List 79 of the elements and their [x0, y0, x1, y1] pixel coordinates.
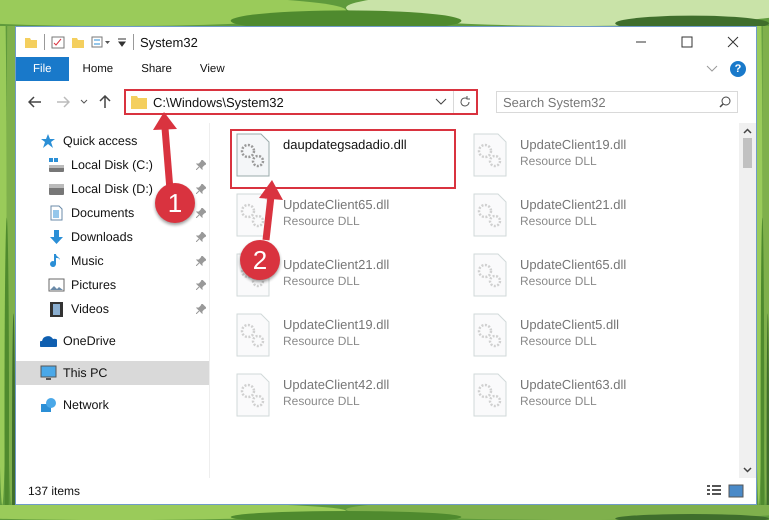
search-field[interactable]: Search System32 — [496, 91, 738, 113]
details-view-icon[interactable] — [706, 484, 722, 498]
file-type: Resource DLL — [283, 214, 361, 228]
up-arrow-icon — [99, 95, 111, 109]
recent-locations-caret-icon[interactable] — [80, 99, 88, 105]
minimize-icon — [635, 41, 647, 43]
folder-icon — [130, 94, 148, 110]
pin-icon[interactable] — [196, 304, 206, 314]
file-type: Resource DLL — [520, 154, 598, 168]
sidebar-item[interactable]: Network — [16, 393, 109, 417]
sidebar-item[interactable]: Videos — [16, 297, 109, 321]
file-name[interactable]: UpdateClient19.dll — [520, 137, 626, 152]
properties-icon[interactable] — [51, 35, 65, 49]
sidebar-item[interactable]: Pictures — [16, 273, 116, 297]
pin-icon[interactable] — [196, 256, 206, 266]
maximize-icon — [681, 36, 693, 48]
file-name[interactable]: UpdateClient42.dll — [283, 377, 390, 392]
sidebar-item[interactable]: Music — [16, 249, 104, 273]
back-arrow-icon — [28, 96, 42, 108]
sidebar-item[interactable]: OneDrive — [16, 329, 116, 353]
file-name[interactable]: UpdateClient63.dll — [520, 377, 626, 392]
file-name[interactable]: UpdateClient21.dll — [283, 257, 390, 272]
file-type: Resource DLL — [283, 274, 361, 288]
view-options-icon[interactable] — [91, 35, 111, 49]
ribbon-tab[interactable]: View — [186, 57, 239, 81]
pin-icon[interactable] — [196, 208, 206, 218]
dll-file-icon[interactable] — [236, 133, 270, 177]
pin-icon[interactable] — [196, 280, 206, 290]
nav-pictures-icon — [48, 277, 65, 293]
ribbon-tab[interactable]: Home — [68, 57, 128, 81]
scrollbar[interactable] — [739, 123, 756, 478]
close-icon — [727, 36, 739, 48]
address-bar[interactable]: C:\Windows\System32 — [124, 89, 478, 115]
pin-icon[interactable] — [196, 160, 206, 170]
scroll-up-icon[interactable] — [743, 127, 752, 136]
help-button[interactable]: ? — [730, 61, 746, 77]
sidebar-item[interactable]: Documents — [16, 201, 134, 225]
file-name[interactable]: UpdateClient65.dll — [520, 257, 626, 272]
file-name[interactable]: UpdateClient5.dll — [520, 317, 620, 332]
large-icons-view-icon[interactable] — [728, 484, 744, 498]
nav-star-icon — [40, 133, 57, 149]
nav-drive-icon — [48, 181, 65, 197]
sidebar-item[interactable]: This PC — [16, 361, 209, 385]
file-type: Resource DLL — [520, 394, 598, 408]
file-name[interactable]: UpdateClient21.dll — [520, 197, 626, 212]
nav-cloud-icon — [40, 333, 57, 349]
item-count: 137 items — [28, 484, 80, 498]
window-title: System32 — [140, 34, 198, 50]
file-name[interactable]: UpdateClient65.dll — [283, 197, 390, 212]
file-type: Resource DLL — [520, 274, 598, 288]
expand-ribbon-icon[interactable] — [706, 65, 718, 73]
refresh-icon[interactable] — [459, 96, 471, 108]
dropdown-caret-icon[interactable] — [435, 98, 447, 106]
file-name[interactable]: UpdateClient19.dll — [283, 317, 390, 332]
new-folder-icon[interactable] — [71, 35, 85, 49]
file-menu-button[interactable]: File — [16, 57, 69, 81]
nav-videos-icon — [48, 301, 65, 317]
sidebar-item[interactable]: Downloads — [16, 225, 133, 249]
nav-network-icon — [40, 397, 57, 413]
nav-system-drive-icon — [48, 157, 65, 173]
scrollbar-thumb[interactable] — [743, 138, 752, 168]
file-type: Resource DLL — [520, 334, 598, 348]
forward-arrow-icon — [56, 96, 70, 108]
file-type: Resource DLL — [283, 334, 361, 348]
ribbon-tab[interactable]: Share — [127, 57, 186, 81]
pin-icon[interactable] — [196, 184, 206, 194]
nav-downloads-icon — [48, 229, 65, 245]
nav-pc-icon — [40, 365, 57, 381]
file-type: Resource DLL — [283, 394, 361, 408]
sidebar-item[interactable]: Quick access — [16, 129, 138, 153]
scroll-down-icon[interactable] — [743, 465, 752, 474]
sidebar-item[interactable]: Local Disk (D:) — [16, 177, 153, 201]
folder-icon[interactable] — [24, 35, 38, 49]
search-icon — [719, 96, 731, 108]
sidebar-item[interactable]: Local Disk (C:) — [16, 153, 153, 177]
file-type: Resource DLL — [520, 214, 598, 228]
pin-icon[interactable] — [196, 232, 206, 242]
nav-documents-icon — [48, 205, 65, 221]
file-name[interactable]: daupdategsadadio.dll — [283, 137, 407, 152]
